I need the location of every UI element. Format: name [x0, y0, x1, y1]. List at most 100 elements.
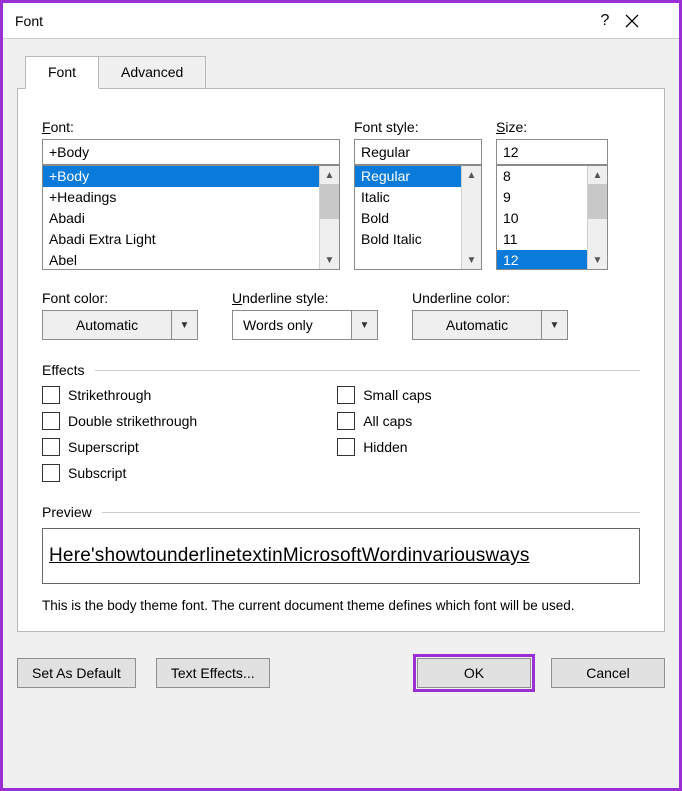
scroll-track[interactable] — [588, 184, 607, 251]
list-item[interactable]: 12 — [497, 250, 587, 269]
check-label: Hidden — [363, 439, 407, 455]
scroll-up-arrow[interactable]: ▲ — [462, 166, 481, 184]
list-item[interactable]: Regular — [355, 166, 461, 187]
tab-strip: Font Advanced — [25, 55, 665, 88]
list-item[interactable]: Bold — [355, 208, 461, 229]
check-label: Double strikethrough — [68, 413, 197, 429]
dialog-body: Font Advanced Font: +Body+HeadingsAbadiA… — [3, 39, 679, 788]
scroll-track[interactable] — [320, 184, 339, 251]
scrollbar[interactable]: ▲ ▼ — [461, 166, 481, 269]
font-name-input[interactable] — [42, 139, 340, 165]
dialog-footer: Set As Default Text Effects... OK Cancel — [17, 648, 665, 692]
preview-word: to — [140, 545, 156, 567]
font-size-label: Size: — [496, 119, 608, 135]
underline-color-label: Underline color: — [412, 290, 568, 306]
underline-style-group: Underline style: Words only ▼ — [232, 290, 378, 340]
underline-style-dropdown[interactable]: Words only ▼ — [232, 310, 378, 340]
checkbox-icon — [337, 412, 355, 430]
effects-left-col: Strikethrough Double strikethrough Super… — [42, 386, 197, 482]
preview-word: Word — [362, 545, 408, 567]
list-item[interactable]: +Body — [43, 166, 319, 187]
check-label: Superscript — [68, 439, 139, 455]
close-icon — [625, 14, 639, 28]
window-title: Font — [15, 13, 585, 29]
help-button[interactable]: ? — [585, 12, 625, 30]
chevron-down-icon[interactable]: ▼ — [172, 310, 198, 340]
check-subscript[interactable]: Subscript — [42, 464, 197, 482]
title-bar: Font ? — [3, 3, 679, 39]
preview-word: how — [105, 545, 140, 567]
ok-button[interactable]: OK — [417, 658, 531, 688]
font-style-group: Font style: RegularItalicBoldBold Italic… — [354, 119, 482, 270]
format-row: Font color: Automatic ▼ Underline style:… — [42, 290, 640, 340]
list-item[interactable]: +Headings — [43, 187, 319, 208]
button-label: Set As Default — [32, 665, 121, 681]
preview-word: Microsoft — [283, 545, 362, 567]
effects-group-label: Effects — [42, 362, 640, 378]
list-item[interactable]: Abadi — [43, 208, 319, 229]
scroll-thumb[interactable] — [320, 184, 339, 219]
chevron-down-icon[interactable]: ▼ — [352, 310, 378, 340]
check-small-caps[interactable]: Small caps — [337, 386, 431, 404]
list-item[interactable]: 10 — [497, 208, 587, 229]
check-label: Subscript — [68, 465, 126, 481]
close-button[interactable] — [625, 14, 665, 28]
check-superscript[interactable]: Superscript — [42, 438, 197, 456]
scroll-down-arrow[interactable]: ▼ — [462, 251, 481, 269]
check-all-caps[interactable]: All caps — [337, 412, 431, 430]
list-item[interactable]: Abel — [43, 250, 319, 269]
spacer — [290, 658, 397, 688]
checkbox-icon — [42, 386, 60, 404]
button-label: Cancel — [586, 665, 630, 681]
list-item[interactable]: Italic — [355, 187, 461, 208]
tab-font[interactable]: Font — [25, 56, 99, 89]
chevron-down-icon[interactable]: ▼ — [542, 310, 568, 340]
font-size-input[interactable] — [496, 139, 608, 165]
font-style-list[interactable]: RegularItalicBoldBold Italic ▲ ▼ — [354, 165, 482, 270]
tab-advanced[interactable]: Advanced — [98, 56, 206, 89]
cancel-button[interactable]: Cancel — [551, 658, 665, 688]
tab-panel-font: Font: +Body+HeadingsAbadiAbadi Extra Lig… — [17, 88, 665, 632]
font-color-label: Font color: — [42, 290, 198, 306]
check-label: Strikethrough — [68, 387, 151, 403]
preview-word: in — [408, 545, 423, 567]
checkbox-icon — [337, 386, 355, 404]
font-style-list-items: RegularItalicBoldBold Italic — [355, 166, 461, 269]
check-double-strikethrough[interactable]: Double strikethrough — [42, 412, 197, 430]
scrollbar[interactable]: ▲ ▼ — [319, 166, 339, 269]
underline-style-label: Underline style: — [232, 290, 378, 306]
font-name-group: Font: +Body+HeadingsAbadiAbadi Extra Lig… — [42, 119, 340, 270]
font-size-list[interactable]: 89101112 ▲ ▼ — [496, 165, 608, 270]
underline-color-value: Automatic — [412, 310, 542, 340]
list-item[interactable]: Abadi Extra Light — [43, 229, 319, 250]
list-item[interactable]: Bold Italic — [355, 229, 461, 250]
scroll-down-arrow[interactable]: ▼ — [320, 251, 339, 269]
preview-word: various — [423, 545, 486, 567]
list-item[interactable]: 9 — [497, 187, 587, 208]
font-name-list-items: +Body+HeadingsAbadiAbadi Extra LightAbel — [43, 166, 319, 269]
font-style-label: Font style: — [354, 119, 482, 135]
list-item[interactable]: 11 — [497, 229, 587, 250]
font-name-label: Font: — [42, 119, 340, 135]
scroll-thumb[interactable] — [588, 184, 607, 219]
font-color-dropdown[interactable]: Automatic ▼ — [42, 310, 198, 340]
tab-font-label: Font — [48, 64, 76, 80]
check-label: Small caps — [363, 387, 431, 403]
preview-description: This is the body theme font. The current… — [42, 598, 640, 613]
button-label: OK — [464, 665, 484, 681]
font-name-list[interactable]: +Body+HeadingsAbadiAbadi Extra LightAbel… — [42, 165, 340, 270]
scroll-up-arrow[interactable]: ▲ — [588, 166, 607, 184]
check-strikethrough[interactable]: Strikethrough — [42, 386, 197, 404]
scroll-up-arrow[interactable]: ▲ — [320, 166, 339, 184]
underline-color-dropdown[interactable]: Automatic ▼ — [412, 310, 568, 340]
scroll-down-arrow[interactable]: ▼ — [588, 251, 607, 269]
scrollbar[interactable]: ▲ ▼ — [587, 166, 607, 269]
text-effects-button[interactable]: Text Effects... — [156, 658, 270, 688]
font-size-list-items: 89101112 — [497, 166, 587, 269]
scroll-track[interactable] — [462, 184, 481, 251]
list-item[interactable]: 8 — [497, 166, 587, 187]
set-default-button[interactable]: Set As Default — [17, 658, 136, 688]
check-hidden[interactable]: Hidden — [337, 438, 431, 456]
font-style-input[interactable] — [354, 139, 482, 165]
preview-word: underline — [156, 545, 236, 567]
